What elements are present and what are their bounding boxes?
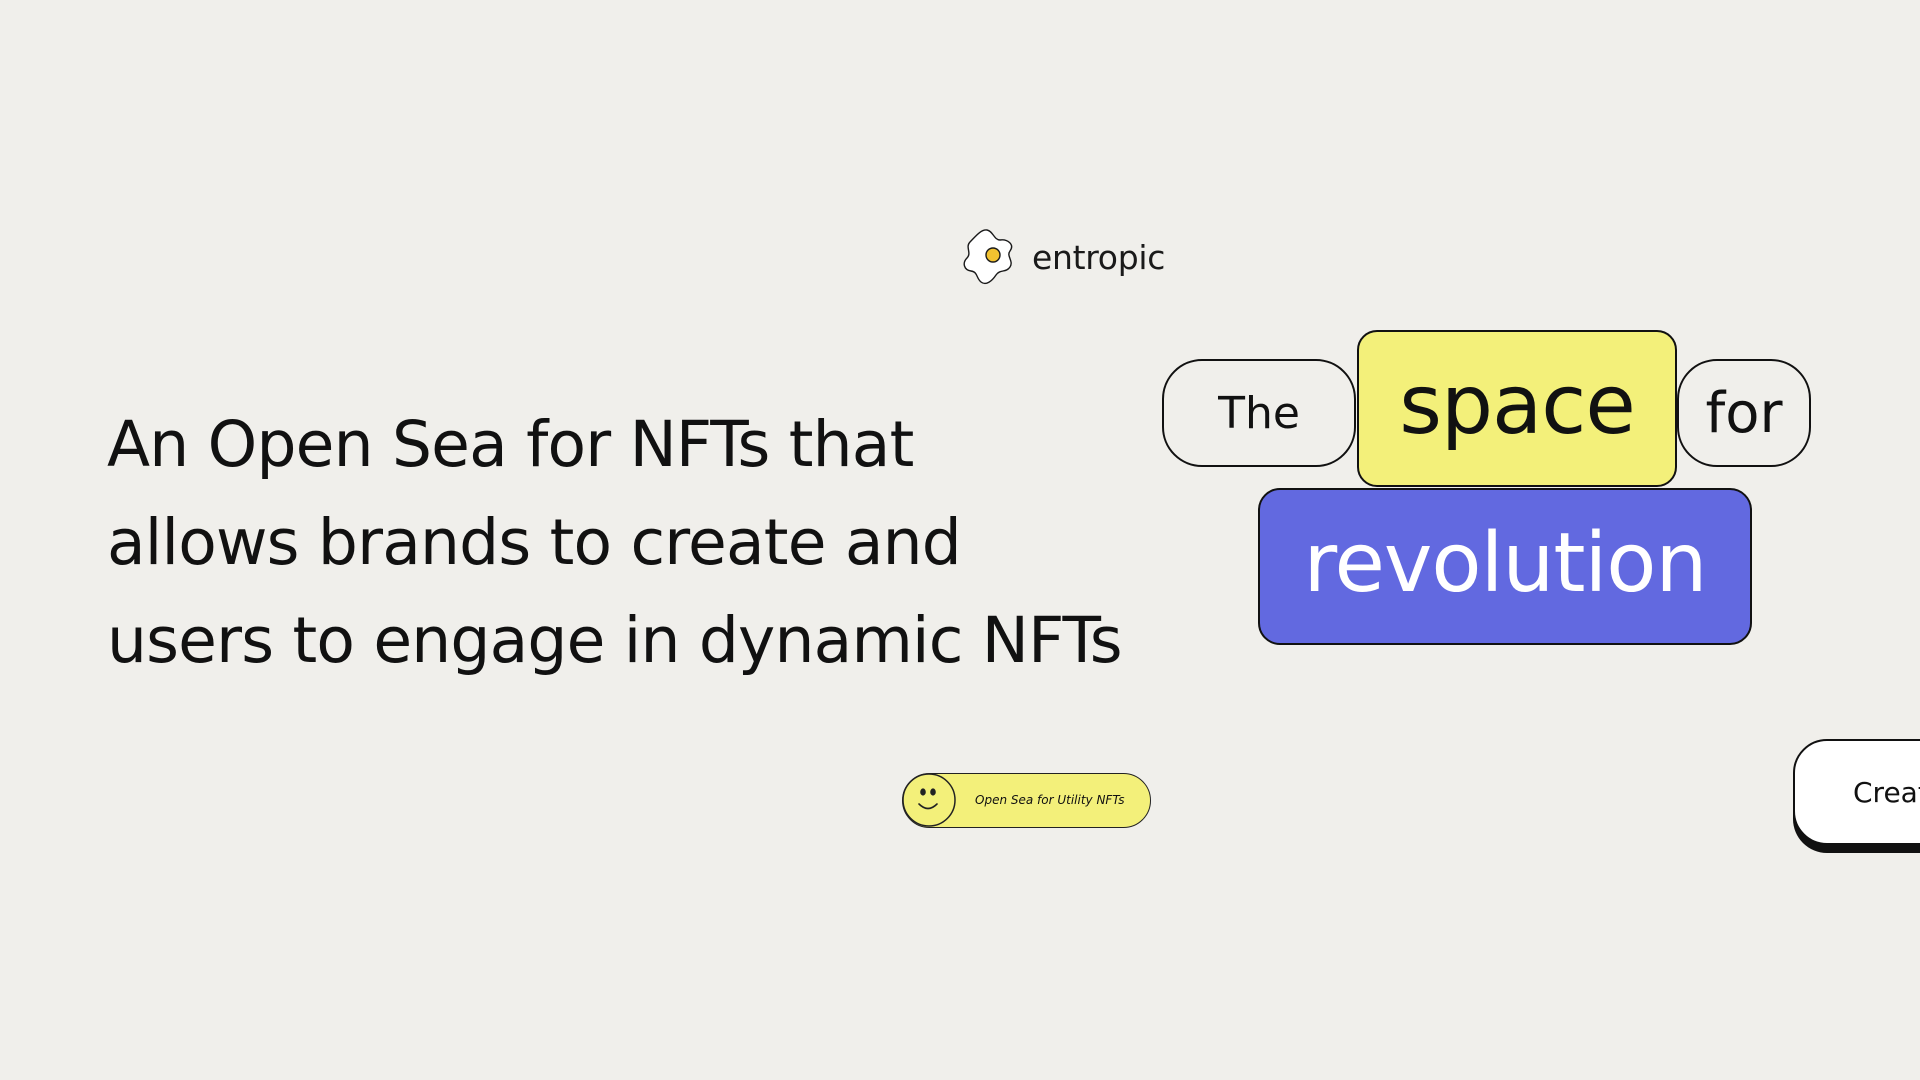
landing-page: entropic An Open Sea for NFTs that allow… — [0, 0, 1920, 1080]
brand-name: entropic — [1032, 237, 1166, 277]
headline-line: users to engage in dynamic NFTs — [107, 604, 1123, 677]
hero-headline: An Open Sea for NFTs that allows brands … — [107, 396, 1197, 690]
fried-egg-logo-icon — [963, 229, 1013, 285]
tagline-word-space: space — [1357, 330, 1677, 487]
headline-line: allows brands to create and — [107, 506, 962, 579]
tag-label: Open Sea for Utility NFTs — [975, 793, 1125, 807]
tagline-word-revolution: revolution — [1258, 488, 1752, 645]
tagline-word-the: The — [1162, 359, 1356, 467]
brand-logo[interactable]: entropic — [960, 226, 1165, 288]
utility-nft-tag: Open Sea for Utility NFTs — [902, 773, 1151, 828]
create-button[interactable]: Create — [1793, 739, 1920, 845]
smiley-face-icon — [902, 773, 956, 827]
tagline-word-for: for — [1677, 359, 1811, 467]
headline-line: An Open Sea for NFTs that — [107, 408, 914, 481]
